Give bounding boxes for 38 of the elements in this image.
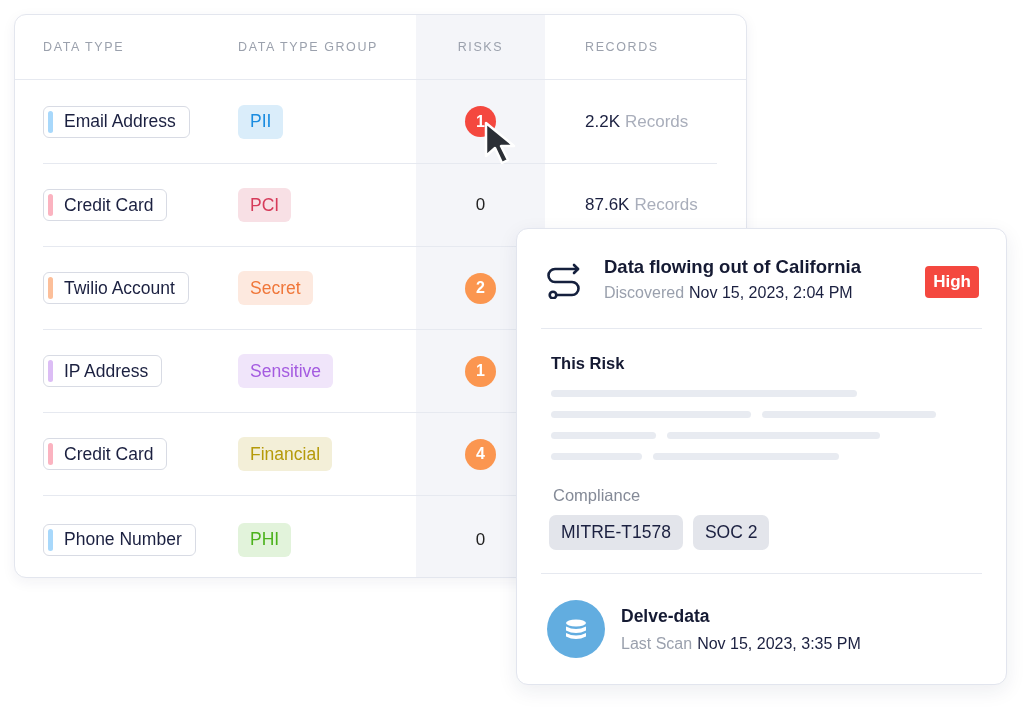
risk-count-badge: 4 [465,438,496,470]
section-title: This Risk [551,353,626,373]
column-header: DATA TYPE GROUP [238,39,379,56]
data-type-label: Credit Card [64,194,154,216]
compliance-tag: MITRE-T1578 [549,514,683,550]
records-unit: Records [634,195,698,215]
group-tag: PII [238,104,284,139]
severity-badge: High [925,266,979,298]
risk-title: Data flowing out of California [604,256,862,278]
group-tag: PHI [238,522,292,557]
risk-count-badge: 2 [465,272,496,304]
column-header: RECORDS [584,39,660,56]
last-scan-date: Nov 15, 2023, 3:35 PM [697,634,861,653]
data-type-label: Twilio Account [64,277,175,299]
data-type-label: Phone Number [64,529,182,550]
compliance-label: Compliance [552,485,642,505]
record-count: 2.2K [585,111,620,132]
last-scan-label: Last Scan [621,634,693,653]
route-icon [546,263,582,299]
data-type-label: Credit Card [64,443,154,465]
group-tag: Secret [238,271,313,305]
discovered-label: Discovered [604,284,685,302]
group-tag: Financial [238,437,333,471]
risk-count-badge: 1 [465,355,496,387]
column-header: RISKS [416,15,545,79]
record-count: 87.6K [585,195,630,215]
risk-count: 0 [475,195,486,215]
records-unit: Records [625,111,689,132]
data-type-label: IP Address [64,360,149,382]
data-type-label: Email Address [64,111,176,132]
group-tag: PCI [238,188,292,222]
discovered-date: Nov 15, 2023, 2:04 PM [689,284,853,302]
database-icon [547,600,605,658]
risk-count: 0 [475,529,486,550]
group-tag: Sensitive [238,354,333,388]
column-header: DATA TYPE [43,39,126,56]
source-name: Delve-data [621,605,711,627]
compliance-tag: SOC 2 [692,514,770,550]
